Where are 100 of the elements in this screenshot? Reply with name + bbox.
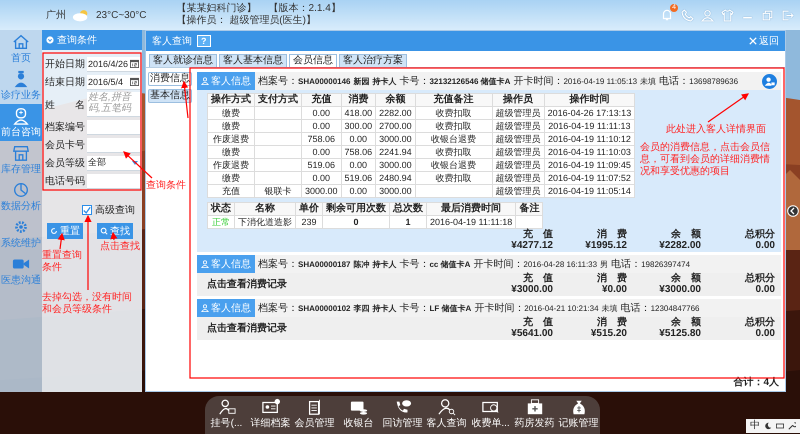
input-field[interactable] <box>87 120 140 134</box>
table-cell: 300.00 <box>341 120 376 132</box>
tab[interactable]: 消费信息 <box>148 72 192 86</box>
user-icon[interactable] <box>701 8 714 22</box>
dock-item[interactable]: 详细档案 <box>250 396 292 434</box>
table-cell: 519.06 <box>302 158 342 172</box>
table-cell: 收费扣取 <box>415 146 492 158</box>
table-cell: 收费扣取 <box>415 120 492 132</box>
dock-item[interactable]: 收银台 <box>338 396 380 434</box>
table-cell: 0.00 <box>341 184 376 198</box>
moon-icon[interactable] <box>764 422 772 430</box>
shirt-icon[interactable] <box>721 8 734 22</box>
input-field[interactable] <box>87 174 140 188</box>
dock-item[interactable]: 记账管理 <box>558 396 600 434</box>
total-value: ¥3000.00 <box>659 284 701 295</box>
table-cell: 758.06 <box>341 146 376 158</box>
record-field: 电话：19826397474 <box>611 257 690 271</box>
dock-item[interactable]: 挂号(... <box>206 396 248 434</box>
table-cell: 作废退费 <box>208 158 254 172</box>
dock-item[interactable]: 药房发药 <box>514 396 556 434</box>
wrench-icon[interactable] <box>788 422 796 430</box>
field-label: 姓 名 <box>45 98 86 112</box>
date-field[interactable]: 2016/5/4 <box>87 74 140 90</box>
table-cell: 3000.00 <box>302 184 342 198</box>
total-label: 消 费 <box>597 317 627 328</box>
table-cell: 2016-04-19 11:10:12 <box>544 132 635 146</box>
total-value: ¥5125.80 <box>659 328 701 339</box>
user-search-icon <box>438 398 456 416</box>
dock-item[interactable]: 会员管理 <box>294 396 336 434</box>
tab[interactable]: 客人基本信息 <box>219 54 287 67</box>
table-cell: 收费扣取 <box>415 172 492 184</box>
annotation-arrow <box>708 93 749 122</box>
calendar-icon[interactable] <box>130 59 139 68</box>
chevron-left-icon[interactable] <box>787 205 799 217</box>
user-icon <box>201 304 209 312</box>
total-value: 0.00 <box>756 240 775 251</box>
table-cell: 缴费 <box>208 146 254 158</box>
restore-icon[interactable] <box>761 8 774 22</box>
pie-chart-icon <box>12 181 30 199</box>
record-field: 卡号：32132126546 储值卡A <box>399 74 510 88</box>
version-label: 【版本：2.1.4】 <box>268 3 341 14</box>
total-label: 充 值 <box>523 317 553 328</box>
total-value: ¥515.20 <box>590 328 627 339</box>
record-field: 档案号：SHA00000187 <box>258 257 350 271</box>
table-cell: 超级管理员 <box>492 132 544 146</box>
ime-indicator[interactable]: 中 <box>750 420 760 432</box>
checkbox-label: 高级查询 <box>95 204 135 217</box>
table-cell: 2480.94 <box>376 172 416 184</box>
table-cell: 2241.94 <box>376 146 416 158</box>
clinic-name: 【某某妇科门诊】 <box>176 3 257 14</box>
table-cell: 收银台退费 <box>415 158 492 172</box>
annotation-note: 会员的消费信息，点击会员信息，可看到会员的详细消费情况和享受优惠的项目 <box>640 142 771 178</box>
cloud-sun-icon <box>72 8 90 22</box>
table-cell: 418.00 <box>341 106 376 120</box>
total-label: 余 额 <box>671 229 701 240</box>
record-field: 开卡时间：2016-04-28 16:11:33 <box>473 257 598 271</box>
input-field[interactable] <box>87 138 140 152</box>
record-field: 电话：13698789636 <box>659 74 738 88</box>
date-field[interactable]: 2016/4/26 <box>87 56 140 72</box>
level-dropdown[interactable]: 全部 <box>87 156 140 170</box>
tab[interactable]: 会员信息 <box>289 54 337 67</box>
table-cell: 缴费 <box>208 172 254 184</box>
total-label: 充 值 <box>523 273 553 284</box>
dock-item[interactable]: 收费单... <box>470 396 512 434</box>
phone-icon[interactable] <box>681 8 694 22</box>
view-records-link[interactable]: 点击查看消费记录 <box>207 277 287 291</box>
tab[interactable]: 客人治疗方案 <box>339 54 407 67</box>
table-cell: 0.00 <box>302 146 342 158</box>
table-cell <box>254 132 302 146</box>
record-field: 卡号：cc 储值卡A <box>399 257 470 271</box>
shop-icon <box>12 144 30 162</box>
table-cell: 超级管理员 <box>492 172 544 184</box>
dock-item[interactable]: 客人查询 <box>426 396 468 434</box>
total-value: ¥3000.00 <box>511 284 553 295</box>
table-cell <box>254 120 302 132</box>
table-cell: 充值 <box>208 184 254 198</box>
field-label: 结束日期 <box>45 76 86 89</box>
annotation-arrow <box>123 151 152 178</box>
total-label: 余 额 <box>671 317 701 328</box>
record-field: 持卡人 <box>372 258 396 270</box>
keyboard-icon[interactable] <box>776 422 784 430</box>
panel-title: 查询条件 <box>57 34 97 47</box>
checkbox[interactable] <box>82 205 92 215</box>
table-cell: 2016-04-19 11:10:03 <box>544 146 635 158</box>
bell-icon <box>660 8 674 22</box>
user-detail-icon[interactable] <box>762 74 777 88</box>
table-cell <box>254 146 302 158</box>
chevron-down-icon[interactable] <box>46 36 54 44</box>
table-cell: 2016-04-19 11:07:52 <box>544 172 635 184</box>
record-field: 男 <box>600 258 608 270</box>
dock-item[interactable]: 回访管理 <box>382 396 424 434</box>
view-records-link[interactable]: 点击查看消费记录 <box>207 321 287 335</box>
calendar-icon[interactable] <box>130 77 139 86</box>
exit-icon[interactable] <box>781 8 794 22</box>
table-cell: 超级管理员 <box>492 106 544 120</box>
table-cell: 2016-04-19 11:09:45 <box>544 158 635 172</box>
total-label: 总积分 <box>745 317 775 328</box>
total-label: 总积分 <box>745 273 775 284</box>
table-cell: 2016-04-26 17:13:13 <box>544 106 635 120</box>
tab[interactable]: 客人就诊信息 <box>149 54 217 67</box>
